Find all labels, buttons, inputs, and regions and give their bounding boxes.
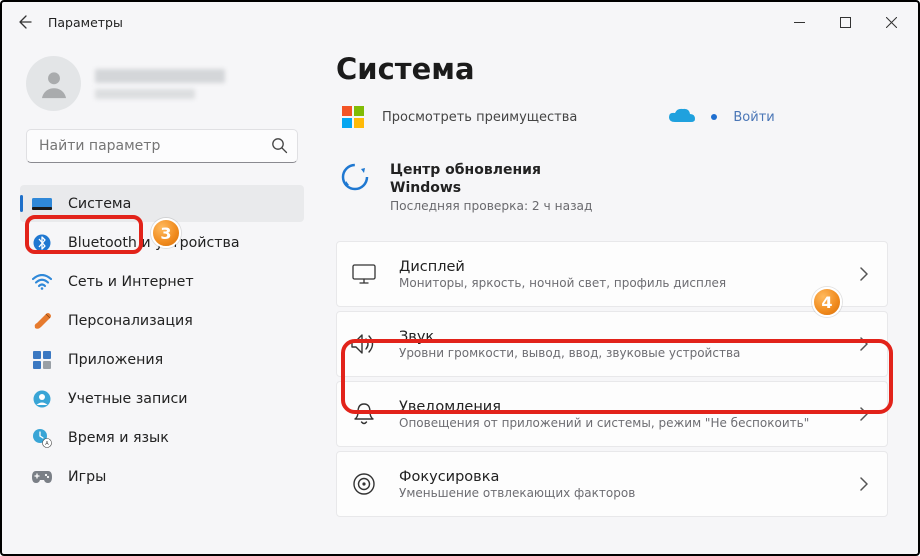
windows-update-block[interactable]: Центр обновления Windows Последняя прове… xyxy=(336,162,888,213)
sound-icon xyxy=(351,331,377,357)
card-title: Фокусировка xyxy=(399,469,859,485)
wifi-icon xyxy=(32,272,52,292)
account-icon xyxy=(32,389,52,409)
chevron-right-icon xyxy=(859,407,869,421)
avatar xyxy=(26,56,81,111)
gamepad-icon xyxy=(32,467,52,487)
user-name-redacted xyxy=(95,69,225,83)
nav-item-network[interactable]: Сеть и Интернет xyxy=(20,263,304,300)
chevron-right-icon xyxy=(859,267,869,281)
nav-label: Учетные записи xyxy=(68,391,188,407)
minimize-button[interactable] xyxy=(776,6,822,38)
nav-item-accounts[interactable]: Учетные записи xyxy=(20,380,304,417)
chevron-right-icon xyxy=(859,337,869,351)
update-title-line2: Windows xyxy=(390,180,592,198)
card-title: Уведомления xyxy=(399,399,859,415)
clock-globe-icon: A xyxy=(32,428,52,448)
bluetooth-icon xyxy=(32,233,52,253)
nav-item-apps[interactable]: Приложения xyxy=(20,341,304,378)
minimize-icon xyxy=(794,17,805,28)
nav-label: Приложения xyxy=(68,352,163,368)
nav-item-personalization[interactable]: Персонализация xyxy=(20,302,304,339)
titlebar: Параметры xyxy=(2,2,918,42)
nav-item-time-language[interactable]: A Время и язык xyxy=(20,419,304,456)
promo-text[interactable]: Просмотреть преимущества xyxy=(382,110,577,125)
search-box[interactable] xyxy=(26,129,298,163)
back-button[interactable] xyxy=(6,4,42,40)
login-link[interactable]: Войти xyxy=(733,110,774,125)
display-icon xyxy=(351,261,377,287)
update-subtitle: Последняя проверка: 2 ч назад xyxy=(390,199,592,213)
annotation-badge-3: 3 xyxy=(151,218,181,248)
user-email-redacted xyxy=(95,89,195,99)
promo-row: Просмотреть преимущества Войти xyxy=(336,104,888,130)
maximize-button[interactable] xyxy=(822,6,868,38)
nav-label: Игры xyxy=(68,469,106,485)
update-title-line1: Центр обновления xyxy=(390,162,592,180)
nav-item-gaming[interactable]: Игры xyxy=(20,458,304,495)
card-notifications[interactable]: Уведомления Оповещения от приложений и с… xyxy=(336,381,888,447)
microsoft365-icon xyxy=(340,104,366,130)
maximize-icon xyxy=(840,17,851,28)
sidebar: Система Bluetooth и устройства Сеть и Ин… xyxy=(2,42,312,554)
arrow-left-icon xyxy=(16,14,32,30)
status-dot-icon xyxy=(711,114,717,120)
user-block[interactable] xyxy=(26,56,298,111)
card-subtitle: Уменьшение отвлекающих факторов xyxy=(399,486,859,500)
apps-icon xyxy=(32,350,52,370)
search-icon xyxy=(271,137,288,154)
card-display[interactable]: Дисплей Мониторы, яркость, ночной свет, … xyxy=(336,241,888,307)
search-input[interactable] xyxy=(26,129,298,163)
nav-item-system[interactable]: Система xyxy=(20,185,304,222)
nav-label: Сеть и Интернет xyxy=(68,274,194,290)
update-icon xyxy=(340,162,370,192)
annotation-badge-4: 4 xyxy=(812,287,842,317)
nav-label: Персонализация xyxy=(68,313,193,329)
card-title: Звук xyxy=(399,329,859,345)
system-icon xyxy=(32,194,52,214)
card-subtitle: Оповещения от приложений и системы, режи… xyxy=(399,416,859,430)
bell-icon xyxy=(351,401,377,427)
onedrive-icon xyxy=(669,108,695,126)
card-subtitle: Уровни громкости, вывод, ввод, звуковые … xyxy=(399,346,859,360)
card-subtitle: Мониторы, яркость, ночной свет, профиль … xyxy=(399,276,859,290)
brush-icon xyxy=(32,311,52,331)
page-title: Система xyxy=(336,52,888,86)
close-icon xyxy=(886,17,897,28)
chevron-right-icon xyxy=(859,477,869,491)
nav-label: Время и язык xyxy=(68,430,169,446)
nav-label: Система xyxy=(68,196,131,212)
card-title: Дисплей xyxy=(399,259,859,275)
settings-window: Параметры xyxy=(0,0,920,556)
focus-icon xyxy=(351,471,377,497)
card-focus[interactable]: Фокусировка Уменьшение отвлекающих факто… xyxy=(336,451,888,517)
card-sound[interactable]: Звук Уровни громкости, вывод, ввод, звук… xyxy=(336,311,888,377)
svg-text:A: A xyxy=(45,441,49,447)
window-title: Параметры xyxy=(42,15,123,30)
close-button[interactable] xyxy=(868,6,914,38)
